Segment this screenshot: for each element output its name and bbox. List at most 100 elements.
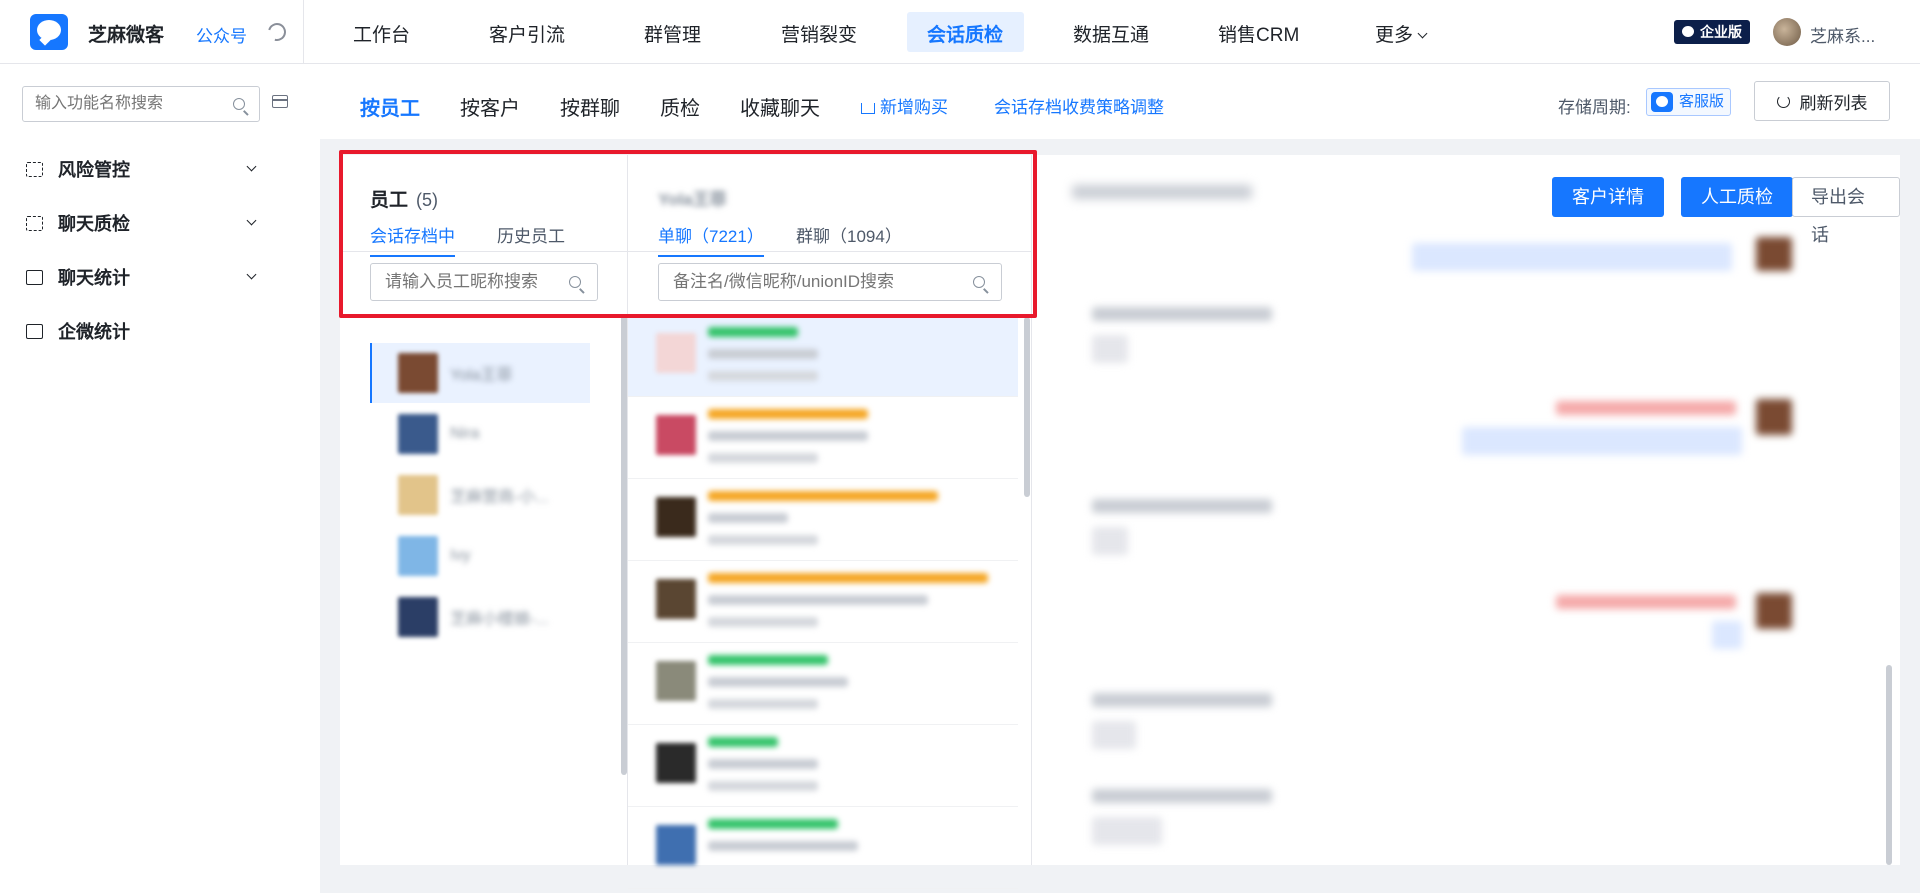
dark-mode-icon[interactable] — [264, 19, 290, 45]
chat-search-input[interactable] — [659, 264, 955, 300]
refresh-list-button[interactable]: 刷新列表 — [1754, 81, 1890, 121]
chat-row-title — [708, 819, 838, 829]
chat-row-title — [708, 737, 778, 747]
tab-by-group[interactable]: 按群聊 — [560, 92, 620, 121]
message-avatar — [1756, 237, 1792, 271]
message-bubble — [1092, 817, 1162, 845]
refresh-button-label: 刷新列表 — [1799, 93, 1868, 113]
message-meta — [1556, 401, 1736, 415]
nav-item-session-qc[interactable]: 会话质检 — [927, 20, 1003, 47]
tab-by-employee[interactable]: 按员工 — [360, 92, 420, 121]
tab-favorite-chats[interactable]: 收藏聊天 — [740, 92, 820, 121]
tab-history-employees[interactable]: 历史员工 — [497, 222, 565, 247]
chevron-down-icon[interactable] — [246, 161, 257, 172]
manual-qc-button[interactable]: 人工质检 — [1681, 177, 1793, 217]
employee-avatar — [398, 597, 438, 637]
policy-link[interactable]: 会话存档收费策略调整 — [994, 93, 1164, 118]
message-bubble — [1412, 243, 1732, 271]
nav-item-customer-acquisition[interactable]: 客户引流 — [489, 20, 565, 47]
employee-row[interactable]: 芝麻营商-小... — [370, 465, 590, 525]
conversation-column: 客户详情 人工质检 导出会话 — [1032, 155, 1900, 865]
tab-qc[interactable]: 质检 — [660, 92, 700, 121]
sidebar-item-risk-control[interactable]: 风险管控 — [26, 156, 130, 182]
tab-single-chat[interactable]: 单聊（7221） — [658, 222, 764, 257]
chat-row-time — [708, 453, 818, 463]
chat-bubble-icon — [1682, 26, 1694, 37]
message-bubble — [1712, 621, 1742, 649]
nav-item-workbench[interactable]: 工作台 — [353, 20, 410, 47]
chat-row-remark — [708, 677, 848, 687]
employee-scrollbar[interactable] — [621, 315, 627, 775]
employee-title-label: 员工 — [370, 190, 409, 211]
chat-row-time — [708, 371, 818, 381]
employee-avatar — [398, 475, 438, 515]
employee-name: Ivy — [450, 547, 471, 564]
employee-name: Yola王菲 — [450, 367, 513, 384]
chat-row[interactable] — [628, 807, 1018, 889]
chat-row[interactable] — [628, 397, 1018, 479]
message-meta — [1092, 499, 1272, 513]
customer-detail-button[interactable]: 客户详情 — [1552, 177, 1664, 217]
nav-item-data-sync[interactable]: 数据互通 — [1073, 20, 1149, 47]
employee-name: 芝麻小楼娘-... — [450, 611, 549, 628]
gzh-link[interactable]: 公众号 — [196, 22, 247, 47]
employee-row[interactable]: Ivy — [370, 526, 590, 586]
employee-avatar — [398, 536, 438, 576]
chevron-down-icon[interactable] — [246, 215, 257, 226]
buy-link[interactable]: 新增购买 — [861, 93, 948, 118]
employee-row[interactable]: 芝麻小楼娘-... — [370, 587, 590, 647]
employee-row[interactable]: Yola王菲 — [370, 343, 590, 403]
chat-avatar — [656, 825, 696, 865]
employee-column: 员工 (5) 会话存档中 历史员工 Yola王菲 Nira 芝麻营商-小... I… — [340, 155, 628, 865]
sidebar-item-wecom-stats[interactable]: 企微统计 — [26, 318, 130, 344]
search-icon[interactable] — [569, 276, 581, 288]
chat-row-remark — [708, 513, 788, 523]
employee-search-box[interactable] — [370, 263, 598, 301]
search-icon[interactable] — [233, 98, 245, 110]
chat-row-remark — [708, 431, 868, 441]
nav-item-marketing-fission[interactable]: 营销裂变 — [781, 20, 857, 47]
nav-item-group-management[interactable]: 群管理 — [644, 20, 701, 47]
cart-icon — [861, 103, 875, 114]
tab-archiving[interactable]: 会话存档中 — [370, 222, 455, 257]
chat-row[interactable] — [628, 315, 1018, 397]
brand-name: 芝麻微客 — [88, 25, 165, 46]
employee-search-input[interactable] — [371, 264, 551, 300]
nav-divider — [303, 0, 304, 64]
chat-row[interactable] — [628, 643, 1018, 725]
message-meta — [1092, 789, 1272, 803]
message-bubble — [1092, 721, 1136, 749]
main-panel: 员工 (5) 会话存档中 历史员工 Yola王菲 Nira 芝麻营商-小... I… — [340, 155, 1900, 889]
chevron-down-icon — [1417, 28, 1428, 39]
sidebar-item-chat-qc[interactable]: 聊天质检 — [26, 210, 130, 236]
chat-row-remark — [708, 595, 928, 605]
chat-row-title — [708, 573, 988, 583]
top-navbar: 芝麻微客 公众号 工作台 客户引流 群管理 营销裂变 会话质检 数据互通 销售C… — [0, 0, 1920, 64]
chart-icon — [26, 269, 43, 285]
tab-group-chat[interactable]: 群聊（1094） — [796, 222, 902, 247]
chevron-down-icon[interactable] — [246, 269, 257, 280]
function-search-box[interactable] — [22, 86, 260, 122]
message-bubble — [1462, 427, 1742, 455]
chat-list-scrollbar[interactable] — [1024, 317, 1030, 497]
nav-item-more[interactable]: 更多 — [1375, 20, 1428, 47]
export-conversation-button[interactable]: 导出会话 — [1792, 177, 1900, 245]
sidebar-item-chat-stats[interactable]: 聊天统计 — [26, 264, 130, 290]
message-meta — [1092, 307, 1272, 321]
brand-logo-icon[interactable] — [30, 14, 68, 50]
chat-row[interactable] — [628, 561, 1018, 643]
user-avatar[interactable] — [1773, 18, 1801, 46]
chat-search-box[interactable] — [658, 263, 1002, 301]
chat-row[interactable] — [628, 725, 1018, 807]
nav-item-sales-crm[interactable]: 销售CRM — [1218, 20, 1299, 47]
user-name[interactable]: 芝麻系... — [1810, 22, 1875, 47]
card-icon[interactable] — [272, 95, 288, 108]
chat-row[interactable] — [628, 479, 1018, 561]
sidebar-item-label: 风险管控 — [58, 160, 130, 180]
employee-row[interactable]: Nira — [370, 404, 590, 464]
chat-list-title: Yola王菲 — [658, 190, 727, 209]
tab-by-customer[interactable]: 按客户 — [460, 92, 520, 121]
function-search-input[interactable] — [23, 87, 213, 121]
conversation-scrollbar[interactable] — [1886, 665, 1892, 865]
search-icon[interactable] — [973, 276, 985, 288]
